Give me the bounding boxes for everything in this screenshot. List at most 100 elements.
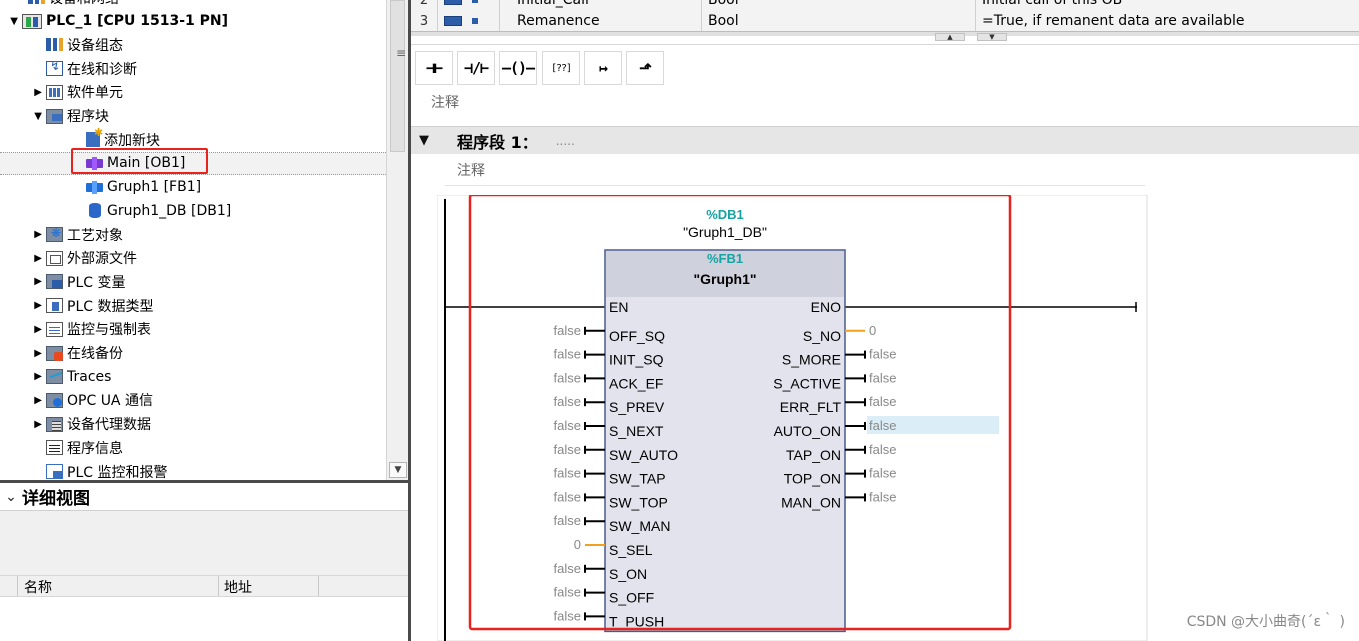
input-value[interactable]: false [554,442,581,457]
detail-view-header[interactable]: ⌄ 详细视图 [0,483,408,511]
expanded-arrow-icon[interactable]: ▼ [0,16,22,27]
collapsed-arrow-icon[interactable]: ▶ [0,371,46,382]
output-value[interactable]: false [869,418,896,433]
tree-item-label: 设备和网络 [49,0,119,8]
output-pin-s_no: S_NO [803,328,841,344]
input-value[interactable]: false [554,323,581,338]
collapsed-arrow-icon[interactable]: ▶ [0,87,46,98]
tree-item[interactable]: ▶ 设备代理数据 [0,413,386,436]
input-value[interactable]: false [554,347,581,362]
collapsed-arrow-icon[interactable]: ▶ [0,348,46,359]
input-value[interactable]: false [554,561,581,576]
block-comment[interactable]: 注释 [431,92,459,112]
output-value[interactable]: 0 [869,323,876,338]
input-value[interactable]: 0 [574,537,581,552]
input-value[interactable]: false [554,585,581,600]
tree-item-label: Traces [67,368,112,385]
fb-icon [86,180,103,195]
tree-item[interactable]: ▶ 工艺对象 [0,223,386,246]
collapsed-arrow-icon[interactable]: ▶ [0,395,46,406]
input-value[interactable]: false [554,394,581,409]
output-value[interactable]: false [869,347,896,362]
input-value[interactable]: false [554,418,581,433]
tree-item[interactable]: Gruph1_DB [DB1] [0,199,386,222]
tree-item[interactable]: ▼ 程序块 [0,105,386,128]
tree-item-label: 在线备份 [67,346,123,362]
output-value[interactable]: false [869,466,896,481]
open-branch-button[interactable]: ↦ [584,51,622,85]
instance-db-name[interactable]: "Gruph1_DB" [683,224,767,240]
no-contact-button[interactable]: ⊣⊢ [415,51,453,85]
input-pin-s_prev: S_PREV [609,399,665,415]
tree-item[interactable]: ▶ Traces [0,365,386,388]
output-value[interactable]: false [869,394,896,409]
tree-scroll-down-button[interactable]: ▼ [389,462,407,478]
tree-item-label: 外部源文件 [67,251,137,268]
tree-scrollbar[interactable]: ≡ ▼ [386,0,408,480]
tree-item[interactable]: ▶ 软件单元 [0,81,386,104]
output-value[interactable]: false [869,489,896,504]
ladder-instruction-toolbar: ⊣⊢ ⊣/⊢ –()– [??] ↦ ⬏ [411,44,1359,88]
expanded-arrow-icon[interactable]: ▼ [0,111,46,122]
column-address-header[interactable]: 地址 [224,577,252,597]
tree-item[interactable]: ▶ 监控与强制表 [0,318,386,341]
block-interface-table: 2 Initial_Call Bool Initial call of this OB… [411,0,1359,34]
input-pin-sw_auto: SW_AUTO [609,447,678,463]
tree-item[interactable]: PLC 监控和报警 [0,460,386,480]
tree-item[interactable]: ▶ PLC 变量 [0,270,386,293]
tree-item[interactable]: 在线和诊断 [0,57,386,80]
detail-view-title: 详细视图 [22,489,90,509]
tree-item[interactable]: ▶ 外部源文件 [0,247,386,270]
tree-item[interactable]: 程序信息 [0,436,386,459]
tree-item-label: 设备代理数据 [67,417,151,434]
fb-address: %FB1 [707,251,743,266]
tree-item[interactable]: ▶ 在线备份 [0,342,386,365]
tree-item[interactable]: 设备组态 [0,33,386,56]
ladder-network: %DB1"Gruph1_DB"%FB1"Gruph1"ENOFF_SQfalse… [437,195,1148,641]
column-name-header[interactable]: 名称 [24,577,52,597]
tree-item[interactable]: Gruph1 [FB1] [0,176,386,199]
network-title-placeholder[interactable]: ..... [556,134,575,148]
collapsed-arrow-icon[interactable]: ▶ [0,229,46,240]
close-branch-button[interactable]: ⬏ [626,51,664,85]
input-value[interactable]: false [554,513,581,528]
fb-name: "Gruph1" [693,271,756,287]
splitter-up-arrow-icon[interactable]: ▲ [935,33,965,41]
detail-view-list [0,597,408,641]
collapse-chevron-icon[interactable]: ⌄ [0,489,22,505]
collapsed-arrow-icon[interactable]: ▶ [0,253,46,264]
collapsed-arrow-icon[interactable]: ▶ [0,276,46,287]
output-pin-err_flt: ERR_FLT [780,399,842,415]
output-pin-eno: ENO [811,299,841,315]
tree-item[interactable]: ▶ OPC UA 通信 [0,389,386,412]
collapsed-arrow-icon[interactable]: ▶ [0,419,46,430]
input-value[interactable]: false [554,466,581,481]
network-collapse-icon[interactable]: ▼ [411,133,437,148]
parameter-type: Bool [708,0,739,8]
interface-row[interactable]: 3 Remanence Bool =True, if remanent data ar… [411,10,1359,32]
instance-db-address[interactable]: %DB1 [706,207,744,222]
parameter-comment: =True, if remanent data are available [982,13,1245,29]
splitter-down-arrow-icon[interactable]: ▼ [977,33,1007,41]
empty-box-button[interactable]: [??] [542,51,580,85]
tree-scrollbar-thumb[interactable]: ≡ [390,0,406,152]
interface-splitter[interactable] [411,31,1359,36]
coil-button[interactable]: –()– [499,51,537,85]
collapsed-arrow-icon[interactable]: ▶ [0,300,46,311]
tree-item-label: OPC UA 通信 [67,393,153,410]
external-source-icon [46,250,63,266]
output-value[interactable]: false [869,370,896,385]
network-header[interactable]: ▼ 程序段 1： ..... [411,126,1359,154]
tree-item[interactable]: 设备和网络 [0,0,386,9]
input-pin-ack_ef: ACK_EF [609,375,663,391]
input-value[interactable]: false [554,608,581,623]
tree-item[interactable]: ▶ PLC 数据类型 [0,294,386,317]
nc-contact-button[interactable]: ⊣/⊢ [457,51,495,85]
add-block-icon [86,126,103,148]
output-value[interactable]: false [869,442,896,457]
collapsed-arrow-icon[interactable]: ▶ [0,324,46,335]
input-value[interactable]: false [554,370,581,385]
network-comment[interactable]: 注释 [457,160,485,180]
input-value[interactable]: false [554,489,581,504]
tree-item[interactable]: ▼ PLC_1 [CPU 1513-1 PN] [0,10,386,33]
